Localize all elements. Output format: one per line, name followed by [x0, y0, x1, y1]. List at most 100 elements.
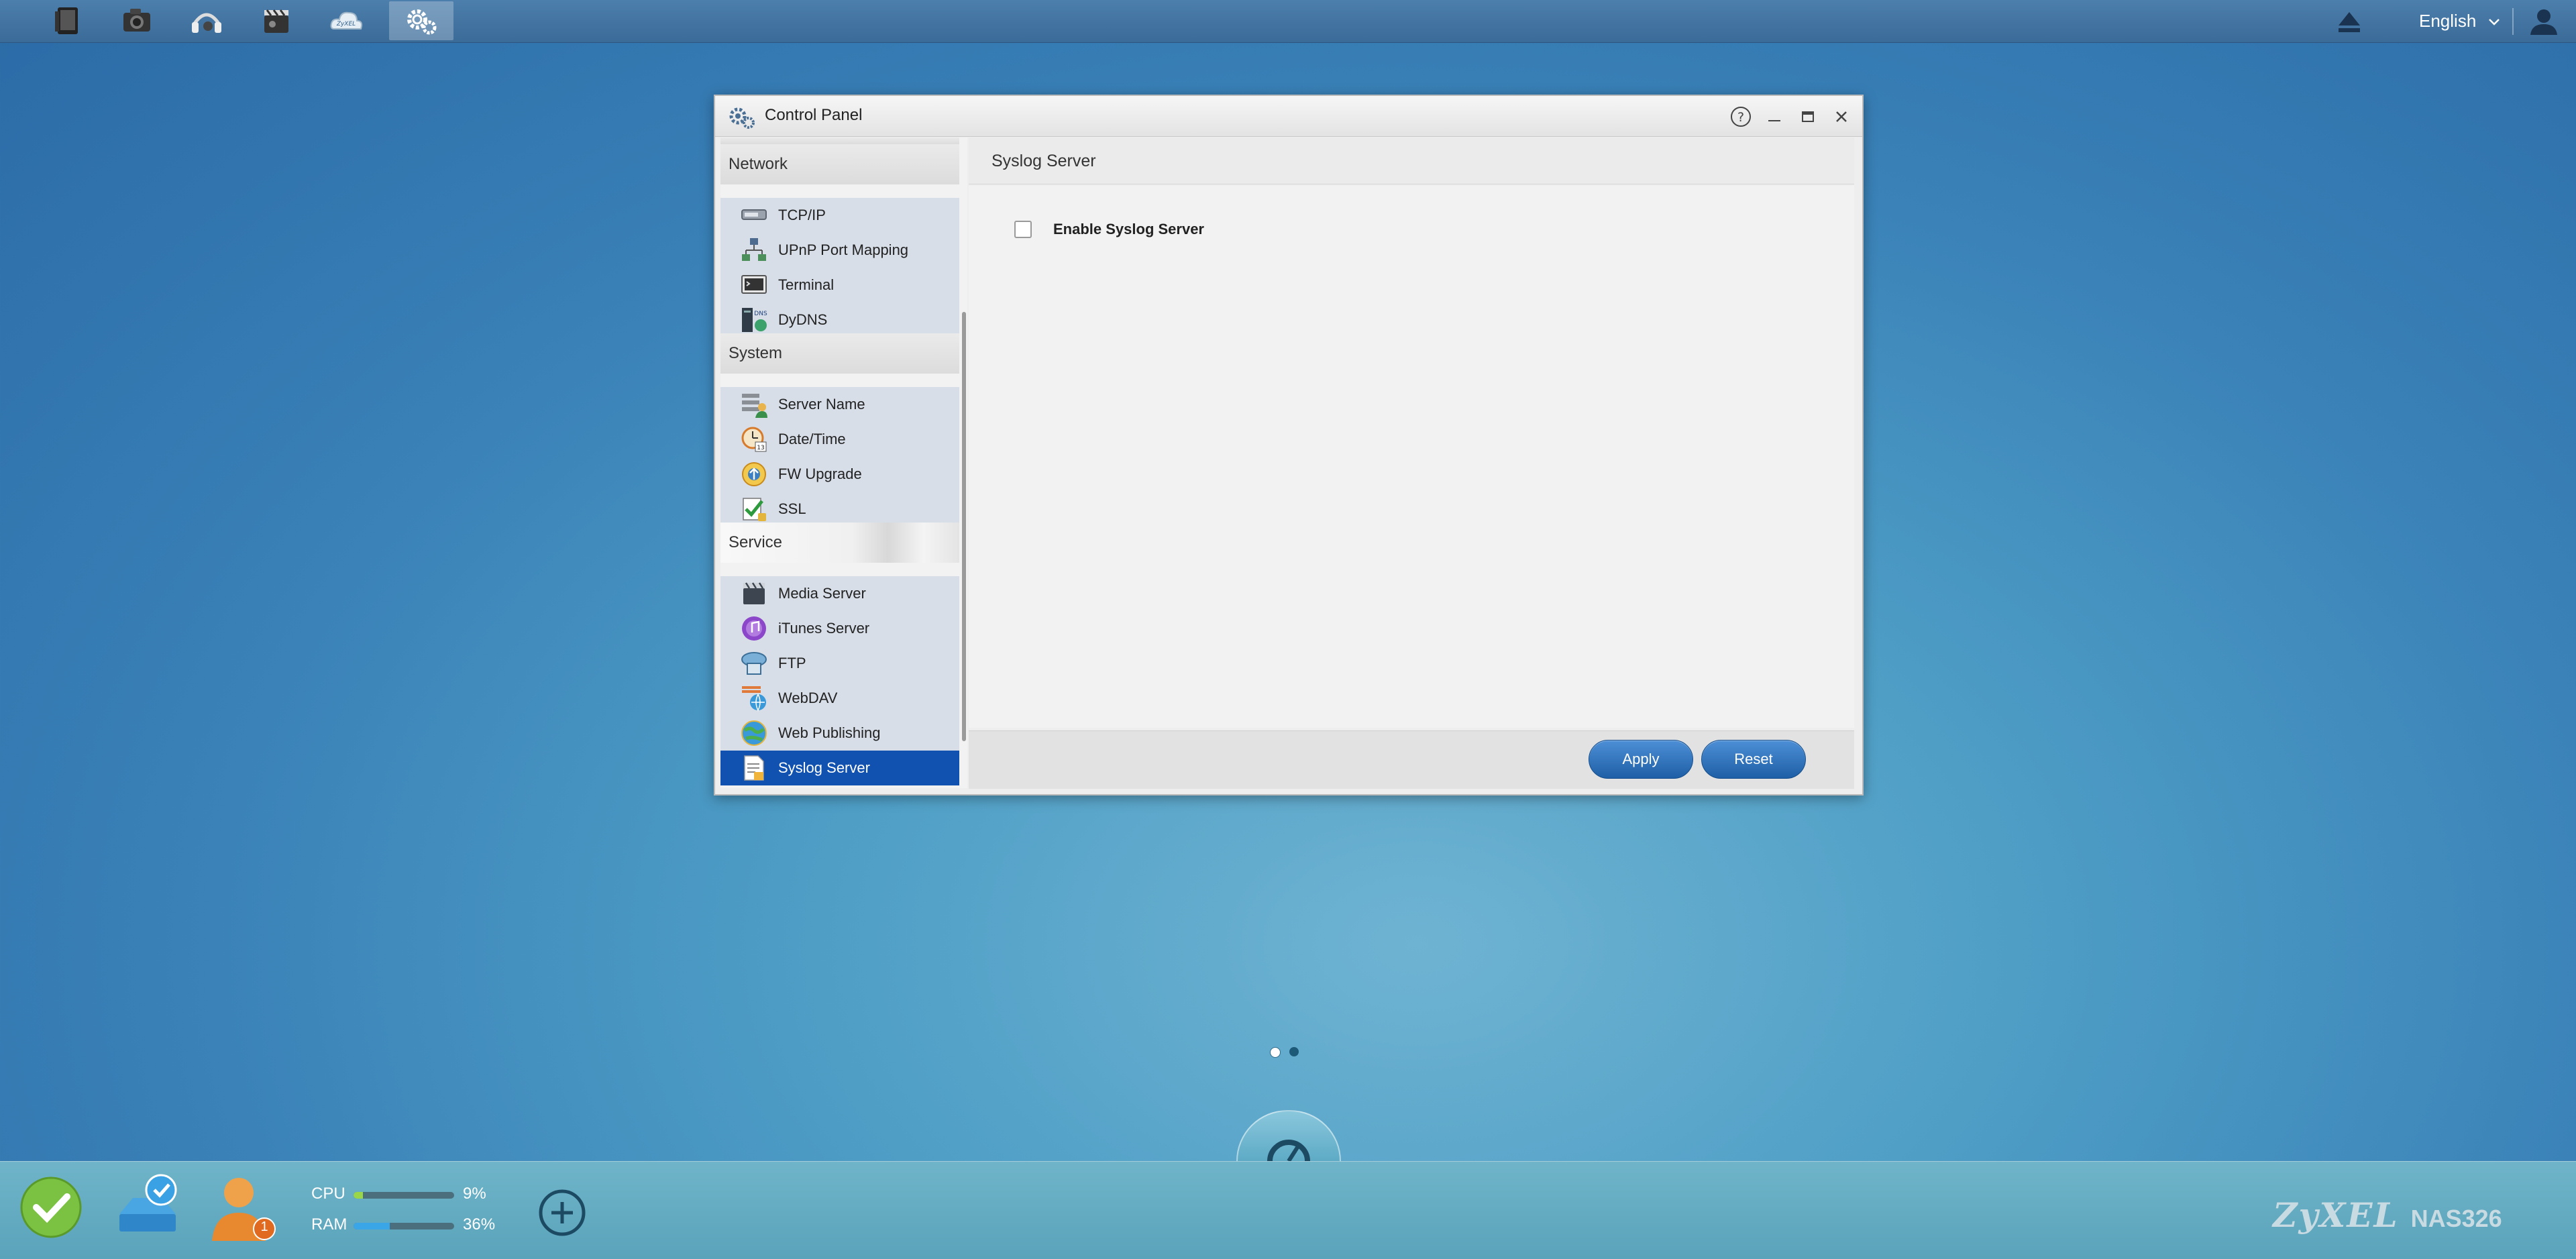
cpu-label: CPU	[311, 1185, 345, 1203]
window-titlebar[interactable]: Control Panel ?	[715, 96, 1862, 137]
sidebar-section-cutoff	[720, 138, 959, 144]
sidebar-item-ftp[interactable]: FTP	[720, 646, 959, 681]
sidebar: Network TCP/IP UPnP Port Mapping Termina…	[720, 138, 967, 788]
sidebar-item-dydns[interactable]: DNS DyDNS	[720, 303, 959, 337]
sidebar-item-label: SSL	[778, 500, 806, 517]
status-dock: 1 CPU 9% RAM 36%	[0, 1161, 2576, 1259]
user-icon[interactable]	[2528, 7, 2560, 36]
ftp-icon	[741, 652, 767, 675]
enable-syslog-checkbox[interactable]	[1014, 221, 1032, 238]
terminal-icon	[741, 275, 767, 294]
apply-button[interactable]: Apply	[1589, 740, 1693, 779]
zyxel-cloud-app-button[interactable]: ZyXEL	[314, 1, 378, 40]
sidebar-item-media-server[interactable]: Media Server	[720, 576, 959, 611]
sidebar-item-label: Date/Time	[778, 431, 846, 447]
svg-text:ZyXEL: ZyXEL	[336, 21, 356, 28]
cpu-meter-fill	[354, 1192, 363, 1199]
dns-server-icon: DNS	[742, 308, 767, 332]
page-dot-1[interactable]	[1270, 1047, 1281, 1058]
language-selector[interactable]: English	[2419, 0, 2502, 42]
help-icon[interactable]: ?	[1729, 105, 1752, 128]
maximize-icon[interactable]	[1796, 105, 1819, 128]
control-panel-app-button[interactable]	[389, 1, 453, 40]
sidebar-item-fw-upgrade[interactable]: FW Upgrade	[720, 457, 959, 492]
sidebar-item-ssl[interactable]: SSL	[720, 492, 959, 527]
sidebar-section-service: Service	[720, 523, 959, 563]
sidebar-item-label: TCP/IP	[778, 207, 826, 223]
enable-syslog-label[interactable]: Enable Syslog Server	[1053, 221, 1204, 238]
svg-text:?: ?	[1737, 110, 1744, 125]
svg-text:13: 13	[757, 445, 764, 451]
sidebar-item-label: WebDAV	[778, 690, 838, 706]
window-title: Control Panel	[765, 106, 863, 124]
user-alert-badge: 1	[260, 1219, 268, 1234]
language-label: English	[2419, 11, 2477, 31]
sidebar-item-label: Web Publishing	[778, 724, 881, 741]
file-browser-icon	[55, 7, 78, 34]
video-app-button[interactable]	[244, 1, 309, 40]
sidebar-section-system: System	[720, 333, 959, 374]
file-browser-app-button[interactable]	[35, 1, 99, 40]
sidebar-item-label: DyDNS	[778, 311, 828, 328]
sidebar-item-webdav[interactable]: WebDAV	[720, 681, 959, 716]
network-card-icon	[741, 209, 767, 220]
dashboard-toggle[interactable]	[1236, 1110, 1341, 1165]
sidebar-item-tcpip[interactable]: TCP/IP	[720, 198, 959, 233]
sidebar-item-label: Terminal	[778, 276, 835, 293]
control-panel-window: Control Panel ? Network TCP/IP UPnP Port…	[714, 95, 1864, 796]
page-title: Syslog Server	[969, 138, 1854, 184]
speedometer-icon	[1267, 1140, 1310, 1162]
chevron-down-icon	[2489, 18, 2500, 25]
ssl-certificate-icon	[743, 498, 766, 521]
svg-text:DNS: DNS	[754, 311, 767, 317]
ram-value: 36%	[463, 1215, 496, 1234]
sidebar-item-server-name[interactable]: Server Name	[720, 387, 959, 422]
globe-icon	[741, 720, 767, 746]
sidebar-scrollbar[interactable]	[962, 312, 966, 741]
clock-calendar-icon: 13	[741, 427, 767, 452]
server-name-icon	[742, 394, 767, 418]
webdav-icon	[742, 686, 766, 712]
content-area	[969, 186, 1854, 728]
music-app-button[interactable]	[174, 1, 239, 40]
user-alert-button[interactable]: 1	[208, 1171, 282, 1245]
sidebar-item-label: Server Name	[778, 396, 865, 413]
sidebar-item-syslog-server[interactable]: Syslog Server	[720, 751, 959, 785]
control-panel-gear-icon	[407, 9, 437, 35]
sidebar-item-terminal[interactable]: Terminal	[720, 268, 959, 303]
cpu-meter	[354, 1192, 454, 1199]
minimize-icon[interactable]	[1763, 105, 1786, 128]
music-icon	[192, 13, 221, 33]
ram-label: RAM	[311, 1215, 347, 1234]
reset-button[interactable]: Reset	[1701, 740, 1806, 779]
divider	[2512, 8, 2514, 35]
sidebar-item-label: FW Upgrade	[778, 466, 862, 482]
ram-meter-fill	[354, 1223, 390, 1229]
video-icon	[264, 9, 288, 33]
sidebar-item-label: iTunes Server	[778, 620, 870, 637]
sidebar-item-label: Syslog Server	[778, 759, 870, 776]
sidebar-item-label: Media Server	[778, 585, 866, 602]
close-icon[interactable]	[1830, 105, 1853, 128]
media-server-icon	[743, 582, 765, 604]
system-ok-check-icon[interactable]	[19, 1175, 83, 1240]
syslog-document-icon	[744, 755, 764, 781]
sidebar-item-web-publishing[interactable]: Web Publishing	[720, 716, 959, 751]
storage-status-icon[interactable]	[113, 1171, 182, 1241]
brand-name: ZyXEL	[2273, 1195, 2399, 1235]
itunes-music-icon	[742, 616, 766, 641]
eject-icon[interactable]	[2334, 8, 2364, 35]
user-person-icon	[212, 1178, 276, 1241]
sidebar-item-label: FTP	[778, 655, 806, 671]
brand-logo: ZyXEL NAS326	[2273, 1195, 2502, 1235]
sidebar-item-upnp-port-mapping[interactable]: UPnP Port Mapping	[720, 233, 959, 268]
sidebar-item-label: UPnP Port Mapping	[778, 241, 909, 258]
network-topology-icon	[742, 238, 766, 261]
photo-app-button[interactable]	[105, 1, 169, 40]
zyxel-cloud-icon: ZyXEL	[330, 11, 363, 30]
sidebar-item-date-time[interactable]: 13 Date/Time	[720, 422, 959, 457]
ram-meter	[354, 1223, 454, 1229]
add-widget-icon[interactable]	[537, 1187, 588, 1238]
sidebar-item-itunes-server[interactable]: iTunes Server	[720, 611, 959, 646]
page-dot-2[interactable]	[1289, 1047, 1299, 1056]
